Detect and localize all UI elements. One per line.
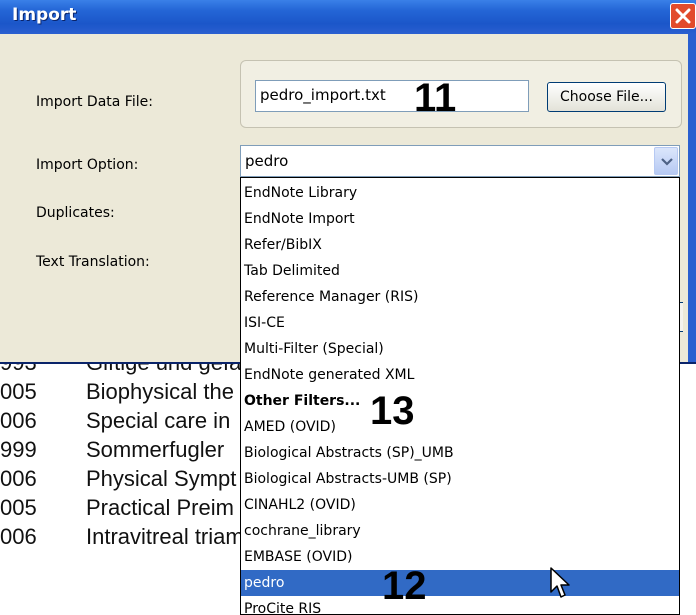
title-cell: Physical Sympt	[86, 466, 237, 491]
import-option-value: pedro	[245, 152, 289, 170]
dropdown-item[interactable]: CINAHL2 (OVID)	[241, 492, 679, 518]
import-file-field[interactable]: pedro_import.txt	[255, 80, 529, 112]
dropdown-item[interactable]: ISI-CE	[241, 310, 679, 336]
import-file-value: pedro_import.txt	[260, 86, 386, 104]
import-option-label: Import Option:	[36, 157, 139, 173]
year-cell: 005	[0, 379, 37, 404]
import-data-file-label: Import Data File:	[36, 94, 153, 110]
title-cell: Intravitreal triam	[86, 524, 244, 549]
dropdown-item[interactable]: Biological Abstracts-UMB (SP)	[241, 466, 679, 492]
close-icon	[675, 8, 691, 24]
dialog-title: Import	[12, 5, 77, 25]
title-cell: Sommerfugler	[86, 437, 225, 462]
annotation-marker-12: 12	[382, 564, 427, 608]
duplicates-label: Duplicates:	[36, 205, 115, 221]
year-cell: 006	[0, 466, 37, 491]
dropdown-item-selected[interactable]: pedro	[241, 570, 679, 596]
dropdown-item[interactable]: AMED (OVID)	[241, 414, 679, 440]
dropdown-item[interactable]: EMBASE (OVID)	[241, 544, 679, 570]
import-option-select[interactable]: pedro	[240, 145, 680, 177]
annotation-marker-11: 11	[414, 76, 457, 120]
dropdown-item[interactable]: ProCite RIS	[241, 596, 679, 614]
dropdown-item[interactable]: Tab Delimited	[241, 258, 679, 284]
dropdown-item[interactable]: EndNote generated XML	[241, 362, 679, 388]
year-cell: 006	[0, 524, 37, 549]
close-button[interactable]	[670, 3, 696, 29]
dropdown-item[interactable]: cochrane_library	[241, 518, 679, 544]
mouse-pointer-icon	[550, 567, 570, 598]
chevron-down-icon	[661, 158, 673, 166]
annotation-marker-13: 13	[370, 389, 415, 433]
dropdown-item[interactable]: EndNote Import	[241, 206, 679, 232]
text-translation-label: Text Translation:	[36, 254, 150, 270]
dropdown-item-other-filters[interactable]: Other Filters...	[241, 388, 679, 414]
title-bar[interactable]: Import	[0, 0, 696, 34]
choose-file-button[interactable]: Choose File...	[547, 82, 666, 112]
dropdown-arrow-button[interactable]	[654, 147, 678, 175]
year-cell: 006	[0, 408, 37, 433]
dropdown-item[interactable]: EndNote Library	[241, 180, 679, 206]
dropdown-item[interactable]: Refer/BibIX	[241, 232, 679, 258]
year-cell: 005	[0, 495, 37, 520]
title-cell: Biophysical the	[86, 379, 234, 404]
title-cell: Special care in	[86, 408, 231, 433]
dropdown-item[interactable]: Reference Manager (RIS)	[241, 284, 679, 310]
dropdown-item[interactable]: Biological Abstracts (SP)_UMB	[241, 440, 679, 466]
dropdown-item[interactable]: Multi-Filter (Special)	[241, 336, 679, 362]
import-option-dropdown-list[interactable]: EndNote Library EndNote Import Refer/Bib…	[240, 177, 680, 615]
title-cell: Practical Preim	[86, 495, 234, 520]
window-border	[688, 34, 696, 362]
year-cell: 999	[0, 437, 37, 462]
